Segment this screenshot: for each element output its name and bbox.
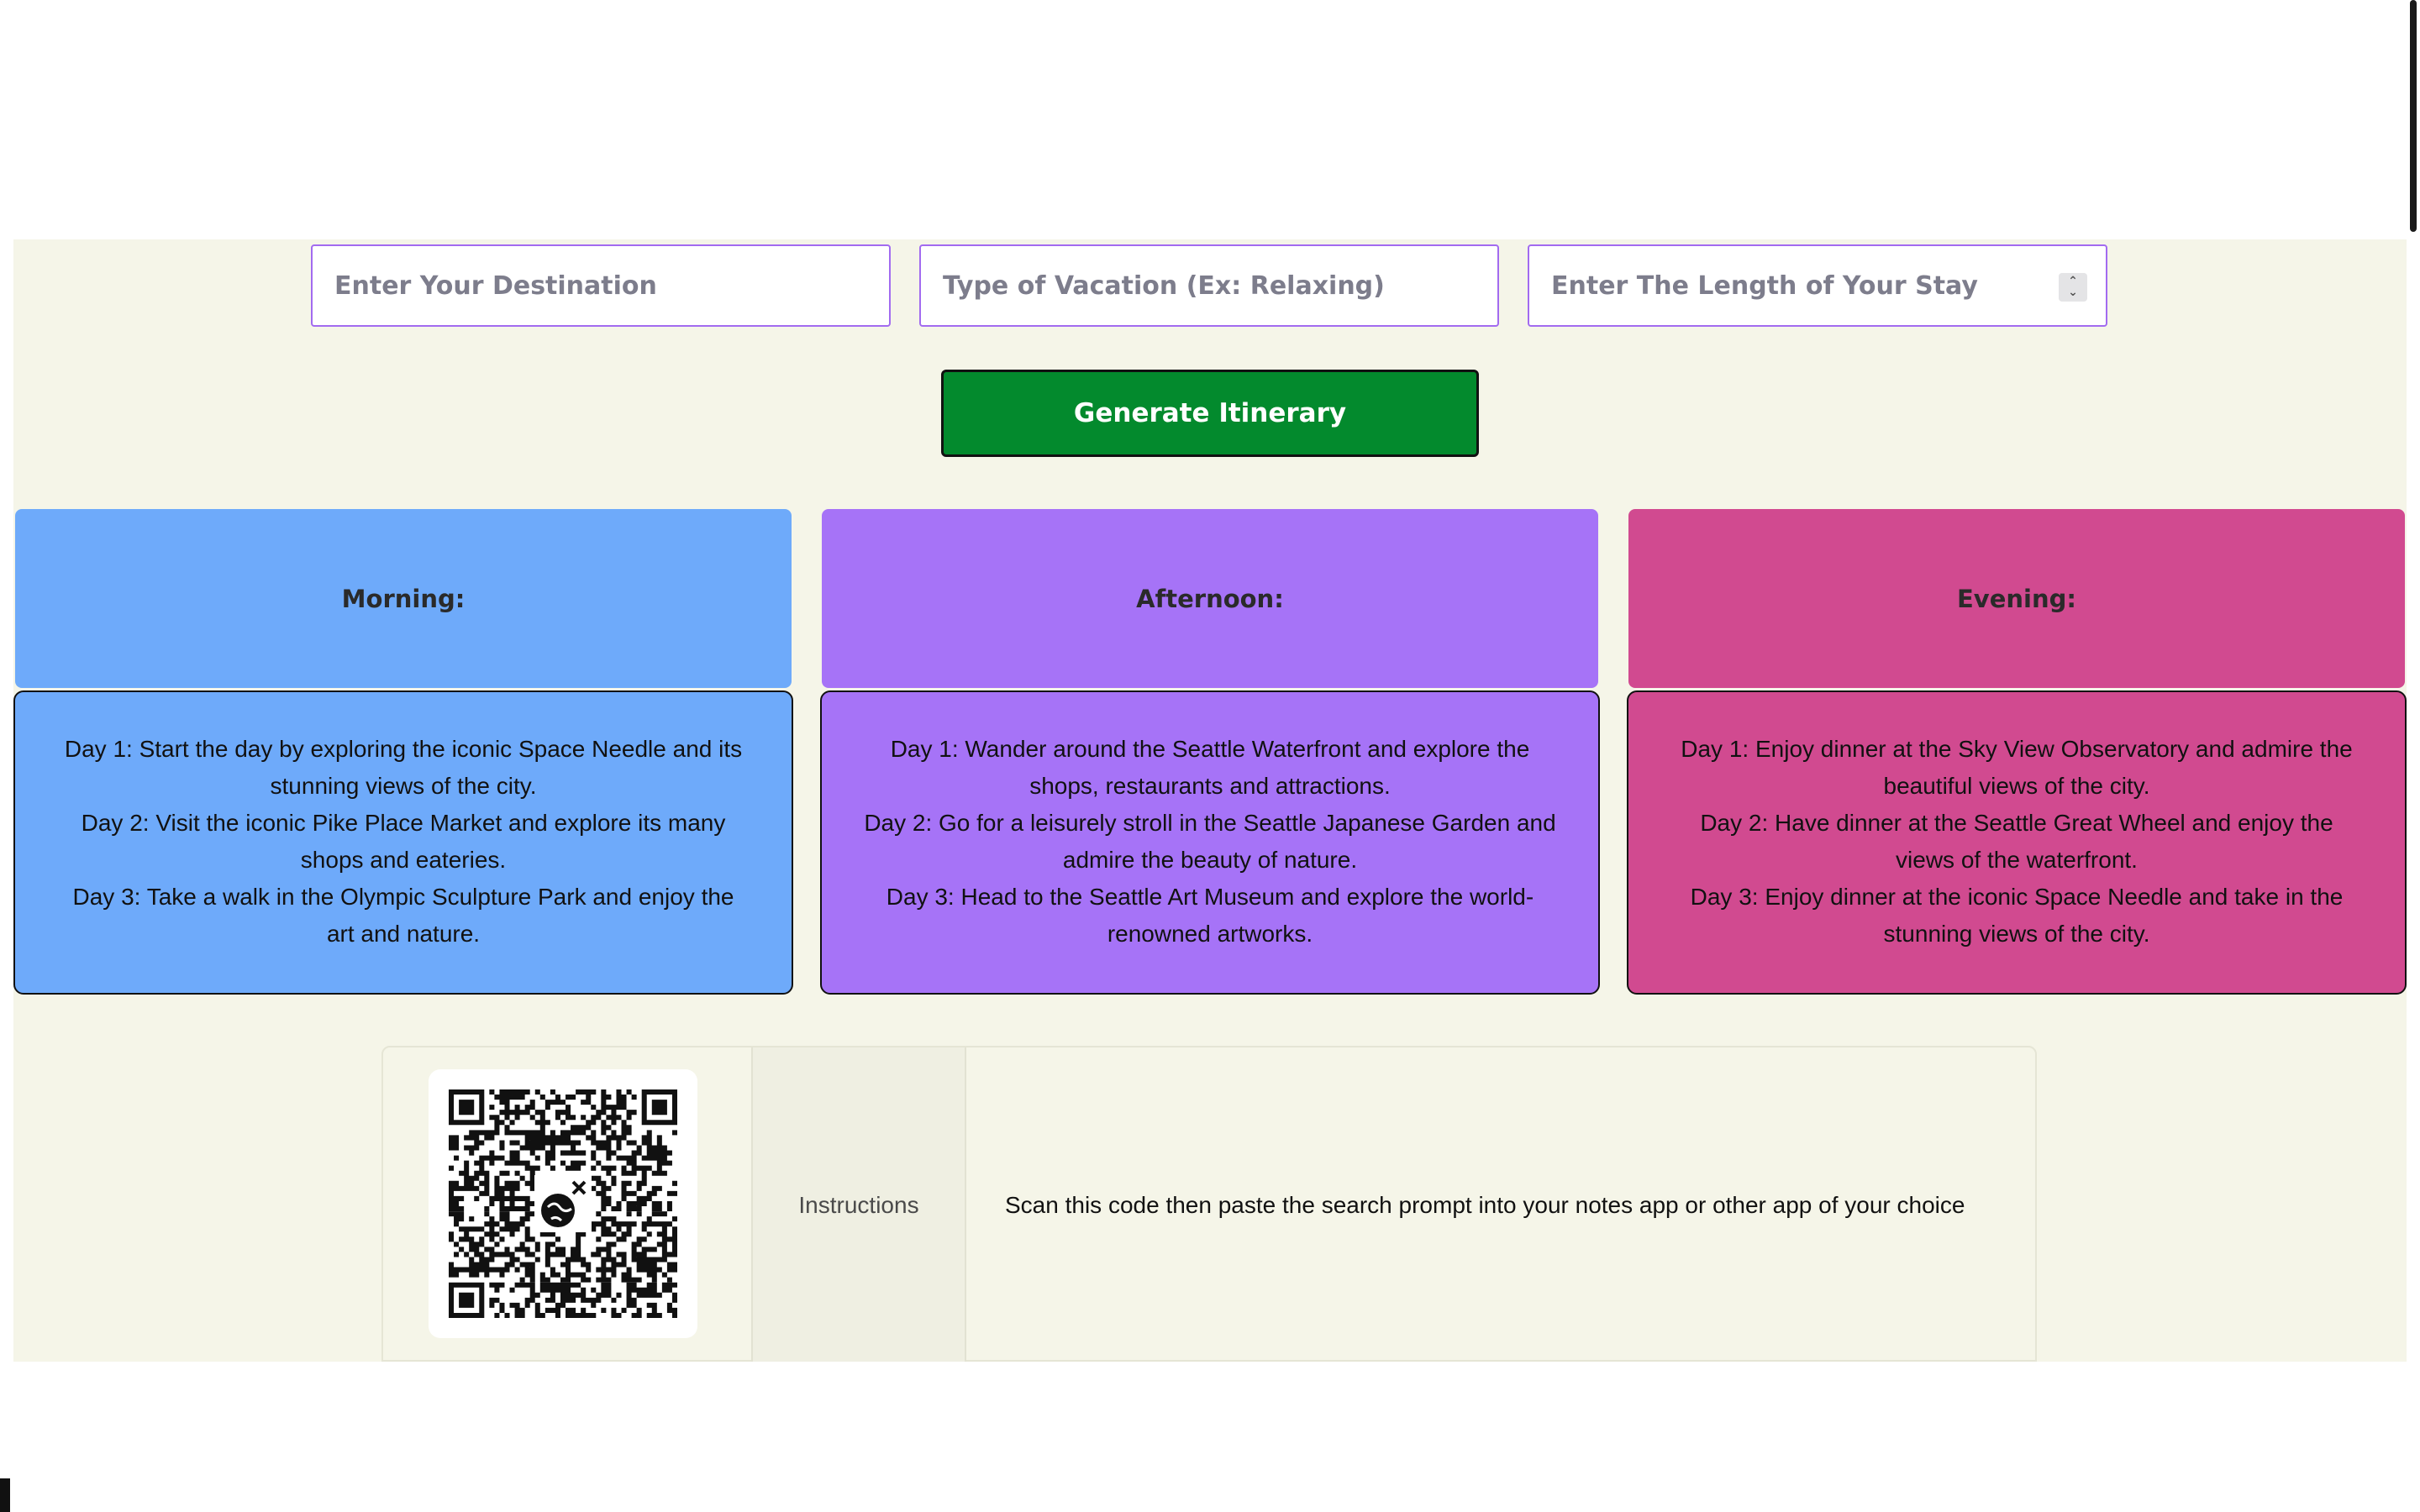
window-corner bbox=[0, 1478, 10, 1512]
morning-day-2: Day 2: Visit the iconic Pike Place Marke… bbox=[81, 810, 726, 873]
qr-instructions-card: Instructions Scan this code then paste t… bbox=[381, 1046, 2037, 1362]
qr-frame bbox=[429, 1069, 697, 1338]
morning-day-1: Day 1: Start the day by exploring the ic… bbox=[64, 736, 743, 799]
afternoon-day-1: Day 1: Wander around the Seattle Waterfr… bbox=[890, 736, 1530, 799]
evening-plan: Day 1: Enjoy dinner at the Sky View Obse… bbox=[1627, 690, 2407, 995]
vacation-type-field[interactable] bbox=[919, 244, 1499, 327]
evening-day-1: Day 1: Enjoy dinner at the Sky View Obse… bbox=[1681, 736, 2353, 799]
instructions-label-cell: Instructions bbox=[751, 1047, 966, 1362]
window-scrollbar[interactable] bbox=[2410, 0, 2417, 232]
itinerary-app: ⌃⌄ Generate Itinerary Morning: Day 1: St… bbox=[13, 239, 2407, 1362]
morning-plan: Day 1: Start the day by exploring the ic… bbox=[13, 690, 793, 995]
qr-code-icon bbox=[449, 1089, 677, 1318]
globe-plane-icon bbox=[534, 1175, 592, 1232]
instructions-label: Instructions bbox=[798, 1192, 919, 1218]
afternoon-plan: Day 1: Wander around the Seattle Waterfr… bbox=[820, 690, 1600, 995]
stay-length-input[interactable] bbox=[1551, 246, 2084, 325]
vacation-type-input[interactable] bbox=[943, 246, 1476, 325]
morning-header: Morning: bbox=[15, 509, 792, 688]
evening-day-3: Day 3: Enjoy dinner at the iconic Space … bbox=[1690, 884, 2344, 947]
evening-header: Evening: bbox=[1628, 509, 2405, 688]
afternoon-day-3: Day 3: Head to the Seattle Art Museum an… bbox=[886, 884, 1534, 947]
stay-length-field[interactable]: ⌃⌄ bbox=[1528, 244, 2107, 327]
instructions-text: Scan this code then paste the search pro… bbox=[1005, 1192, 1965, 1218]
destination-input[interactable] bbox=[334, 246, 867, 325]
generate-itinerary-button[interactable]: Generate Itinerary bbox=[941, 370, 1479, 457]
afternoon-header: Afternoon: bbox=[822, 509, 1598, 688]
afternoon-title: Afternoon: bbox=[1136, 584, 1284, 613]
evening-day-2: Day 2: Have dinner at the Seattle Great … bbox=[1700, 810, 2333, 873]
afternoon-day-2: Day 2: Go for a leisurely stroll in the … bbox=[864, 810, 1556, 873]
morning-title: Morning: bbox=[341, 584, 466, 613]
morning-day-3: Day 3: Take a walk in the Olympic Sculpt… bbox=[72, 884, 734, 947]
destination-field[interactable] bbox=[311, 244, 891, 327]
number-stepper-icon[interactable]: ⌃ ⌄ bbox=[2059, 273, 2087, 302]
evening-title: Evening: bbox=[1957, 584, 2076, 613]
